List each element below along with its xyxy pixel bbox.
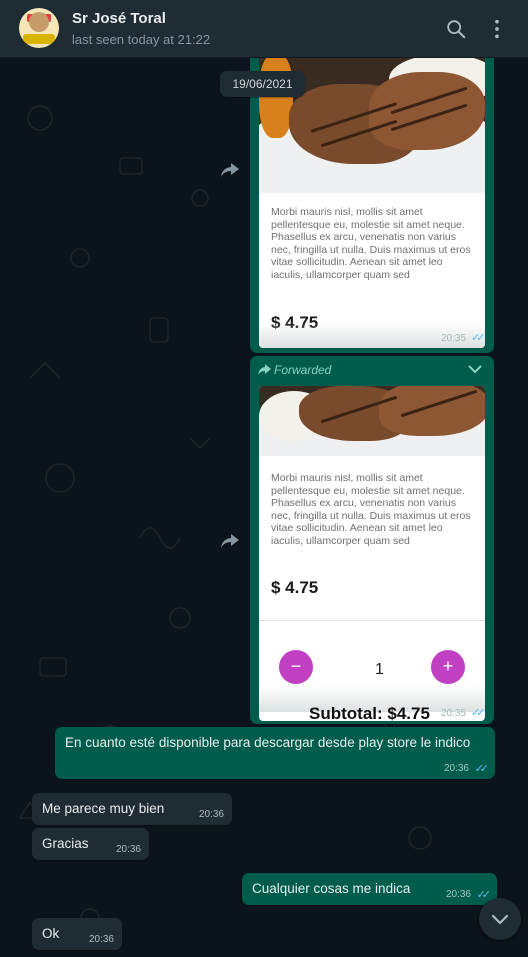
message-time: 20:36 xyxy=(445,889,471,900)
read-ticks-icon: ✓✓ xyxy=(471,332,485,344)
search-icon[interactable] xyxy=(445,18,467,40)
food-image xyxy=(259,386,485,456)
product-card[interactable]: Morbi mauris nisl, mollis sit amet pelle… xyxy=(259,386,485,721)
last-seen-status: last seen today at 21:22 xyxy=(72,32,211,47)
contact-name[interactable]: Sr José Toral xyxy=(72,10,166,27)
incoming-message[interactable]: Me parece muy bien 20:36 xyxy=(32,793,232,825)
message-text: Cualquier cosas me indica xyxy=(252,881,411,896)
message-time: 20:36 xyxy=(198,809,224,820)
chevron-down-icon[interactable] xyxy=(468,364,482,374)
read-ticks-icon: ✓✓ xyxy=(474,763,490,775)
date-chip: 19/06/2021 xyxy=(220,71,305,97)
incoming-message[interactable]: Ok 20:36 xyxy=(32,918,122,950)
message-text: Gracias xyxy=(42,836,89,851)
product-card[interactable]: Morbi mauris nisl, mollis sit amet pelle… xyxy=(259,58,485,348)
outgoing-message[interactable]: Cualquier cosas me indica 20:36 ✓✓ xyxy=(242,873,497,905)
product-description: Morbi mauris nisl, mollis sit amet pelle… xyxy=(271,206,471,281)
message-time: 20:36 xyxy=(88,934,114,945)
chevron-down-icon xyxy=(491,914,509,925)
message-time: 20:36 xyxy=(115,844,141,855)
subtotal: Subtotal: $4.75 xyxy=(309,704,430,721)
message-text: Ok xyxy=(42,926,60,941)
forward-share-icon[interactable] xyxy=(221,534,239,548)
contact-avatar[interactable] xyxy=(19,8,59,48)
decrease-quantity-button[interactable]: − xyxy=(279,650,313,684)
product-description: Morbi mauris nisl, mollis sit amet pelle… xyxy=(271,472,471,547)
forward-share-icon[interactable] xyxy=(221,163,239,177)
chat-header[interactable]: Sr José Toral last seen today at 21:22 xyxy=(0,0,528,58)
forwarded-product-card-message[interactable]: Forwarded Morbi mauris nisl, mollis sit … xyxy=(250,356,494,724)
menu-dots-icon[interactable] xyxy=(486,18,508,40)
forwarded-label: Forwarded xyxy=(274,363,332,377)
scroll-to-bottom-button[interactable] xyxy=(479,898,521,940)
message-time: 20:35 xyxy=(441,708,467,719)
message-time: 20:35 xyxy=(441,333,467,344)
increase-quantity-button[interactable]: + xyxy=(431,650,465,684)
message-time: 20:36 xyxy=(443,763,469,774)
message-text: En cuanto esté disponible para descargar… xyxy=(65,735,471,750)
read-ticks-icon: ✓✓ xyxy=(471,707,485,719)
chat-area[interactable]: Morbi mauris nisl, mollis sit amet pelle… xyxy=(0,58,528,957)
outgoing-message[interactable]: En cuanto esté disponible para descargar… xyxy=(55,727,495,779)
product-card-message[interactable]: Morbi mauris nisl, mollis sit amet pelle… xyxy=(250,58,494,353)
product-price: $ 4.75 xyxy=(271,578,319,597)
quantity-value: 1 xyxy=(375,661,384,678)
message-text: Me parece muy bien xyxy=(42,801,165,816)
incoming-message[interactable]: Gracias 20:36 xyxy=(32,828,149,860)
forwarded-icon xyxy=(258,364,271,375)
